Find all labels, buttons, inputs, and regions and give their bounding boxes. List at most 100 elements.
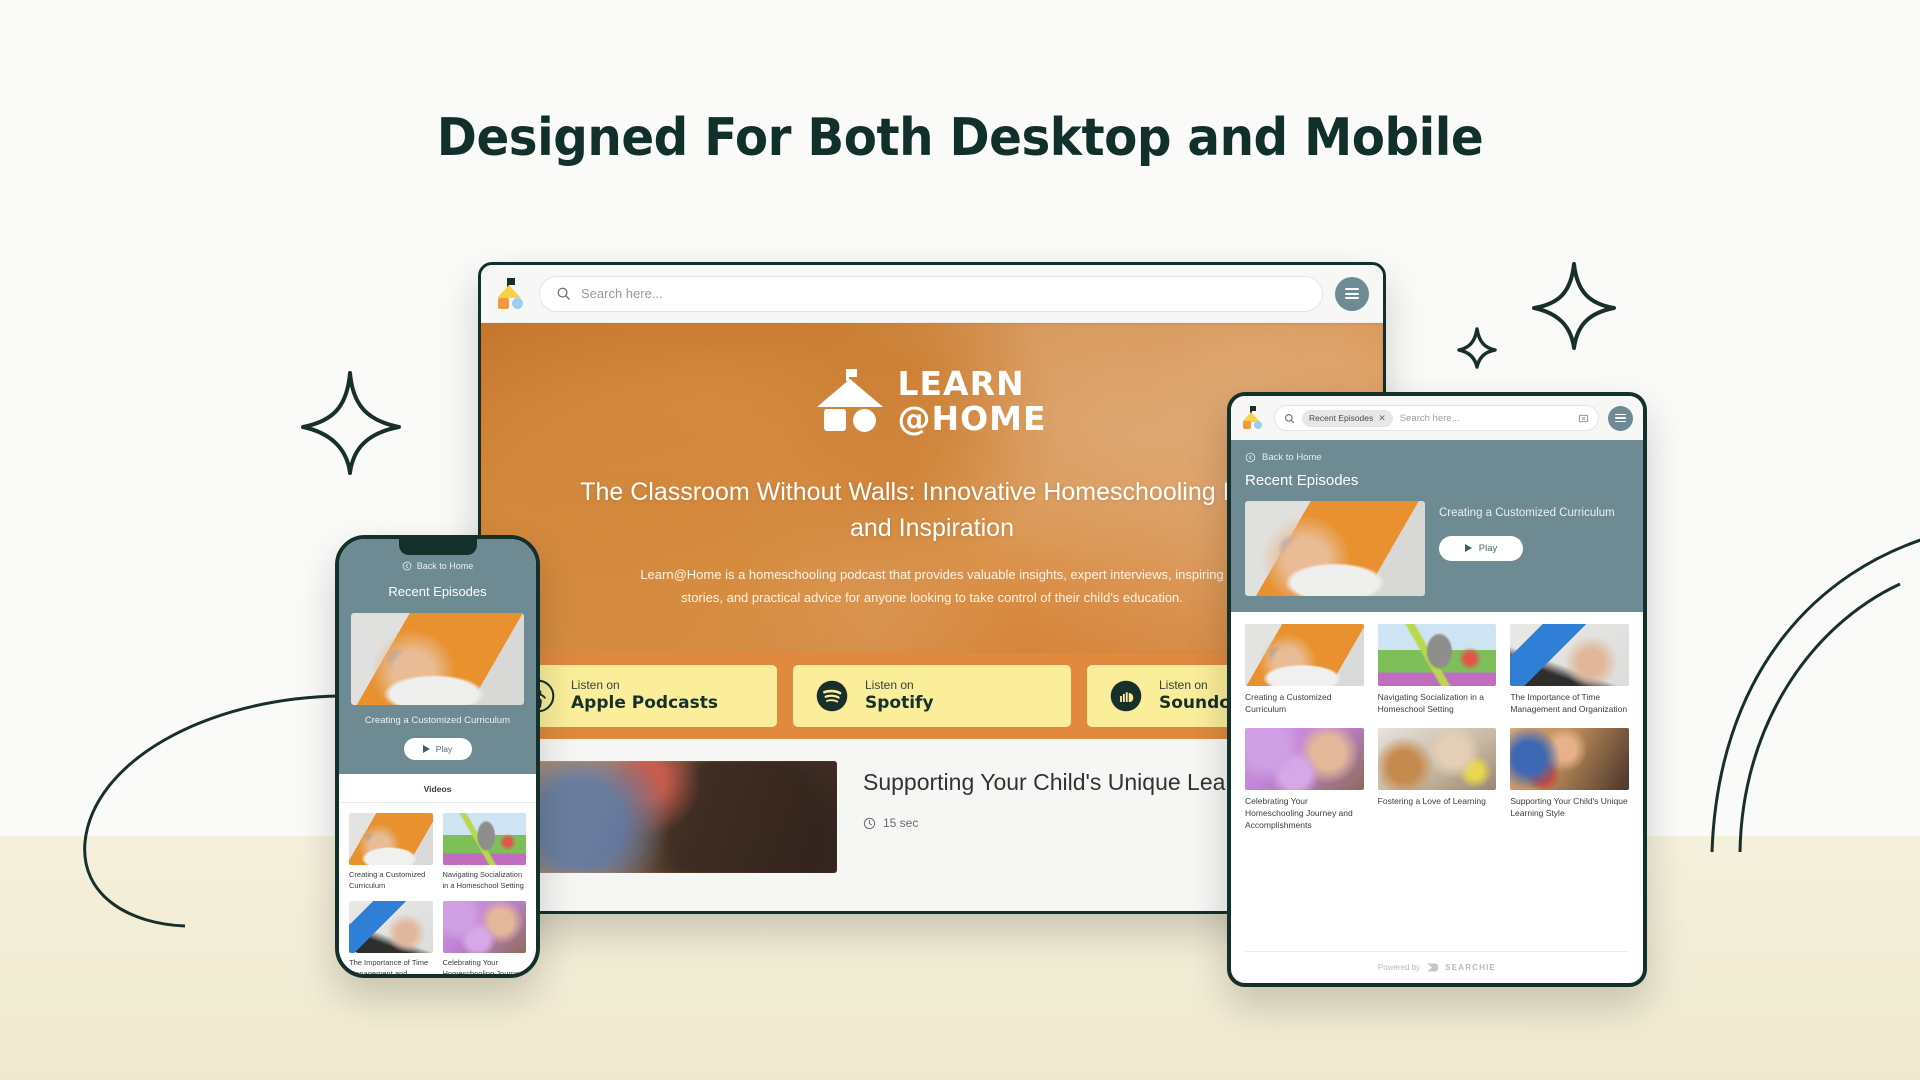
tablet-featured-thumbnail bbox=[1245, 501, 1425, 596]
video-title: Celebrating Your Homeschooling Journey a… bbox=[442, 958, 523, 978]
hero-description: Learn@Home is a homeschooling podcast th… bbox=[640, 567, 1224, 606]
video-thumbnail bbox=[442, 813, 526, 865]
tablet-mockup: Recent Episodes ✕ Search here... Back to… bbox=[1227, 392, 1647, 987]
tablet-search-placeholder: Search here... bbox=[1399, 412, 1460, 424]
video-thumbnail bbox=[349, 901, 433, 953]
tablet-footer: Powered by SEARCHIE bbox=[1245, 951, 1629, 973]
brand-name-line2: @HOME bbox=[897, 399, 1047, 438]
tablet-topbar: Recent Episodes ✕ Search here... bbox=[1231, 396, 1643, 440]
tablet-hamburger-menu-button[interactable] bbox=[1608, 405, 1633, 431]
phone-video-grid: Creating a Customized Curriculum Navigat… bbox=[339, 803, 536, 978]
video-card[interactable]: Navigating Socialization in a Homeschool… bbox=[442, 813, 526, 891]
video-title: Supporting Your Child's Unique Learning … bbox=[1510, 795, 1628, 818]
tablet-featured-card[interactable]: Creating a Customized Curriculum Play bbox=[1245, 501, 1629, 596]
video-title: Navigating Socialization in a Homeschool… bbox=[1377, 692, 1484, 714]
search-icon-tablet bbox=[1285, 413, 1295, 423]
hamburger-icon bbox=[1345, 288, 1359, 299]
listen-on-spotify-button[interactable]: Listen on Spotify bbox=[793, 665, 1071, 727]
page-canvas: Designed For Both Desktop and Mobile Sea… bbox=[0, 0, 1920, 1080]
tablet-play-label: Play bbox=[1478, 542, 1498, 554]
tablet-featured-title: Creating a Customized Curriculum bbox=[1439, 507, 1615, 519]
phone-play-button[interactable]: Play bbox=[403, 738, 472, 760]
desktop-search-placeholder: Search here... bbox=[581, 286, 663, 301]
tablet-hero: Back to Home Recent Episodes Creating a … bbox=[1231, 440, 1643, 612]
video-card[interactable]: The Importance of Time Management and Or… bbox=[1510, 624, 1629, 716]
video-title: Celebrating Your Homeschooling Journey a… bbox=[1245, 795, 1353, 830]
tablet-video-grid: Creating a Customized Curriculum Navigat… bbox=[1231, 612, 1643, 832]
video-thumbnail bbox=[1245, 624, 1364, 686]
spotify-platform: Spotify bbox=[865, 693, 934, 714]
tablet-back-label: Back to Home bbox=[1262, 452, 1322, 463]
search-icon bbox=[557, 287, 570, 300]
video-title: Fostering a Love of Learning bbox=[1377, 795, 1486, 806]
video-title: The Importance of Time Management and Or… bbox=[349, 958, 429, 978]
searchie-logo-icon bbox=[1427, 963, 1439, 972]
sparkle-icon-top-right bbox=[1528, 258, 1620, 354]
featured-episode-thumbnail bbox=[507, 761, 837, 873]
search-filter-chip-label: Recent Episodes bbox=[1309, 413, 1374, 423]
desktop-search-input[interactable]: Search here... bbox=[539, 275, 1323, 312]
phone-back-to-home-link[interactable]: Back to Home bbox=[351, 561, 524, 571]
search-filter-chip[interactable]: Recent Episodes ✕ bbox=[1302, 409, 1393, 427]
powered-by-label: Powered by bbox=[1377, 963, 1421, 972]
tablet-back-to-home-link[interactable]: Back to Home bbox=[1245, 452, 1629, 463]
desktop-topbar: Search here... bbox=[481, 265, 1383, 323]
tablet-page-heading: Recent Episodes bbox=[1245, 472, 1359, 489]
brand-name-line1: LEARN bbox=[897, 364, 1025, 403]
video-card[interactable]: Creating a Customized Curriculum bbox=[1245, 624, 1364, 716]
hero-headline: The Classroom Without Walls: Innovative … bbox=[580, 478, 1284, 542]
back-arrow-circle-icon-phone bbox=[402, 561, 412, 571]
clock-icon bbox=[863, 817, 876, 829]
sparkle-icon-left bbox=[295, 365, 405, 480]
phone-hero: Back to Home Recent Episodes Creating a … bbox=[339, 539, 536, 774]
spotify-icon bbox=[816, 680, 848, 712]
video-card[interactable]: Supporting Your Child's Unique Learning … bbox=[1510, 727, 1629, 832]
video-title: The Importance of Time Management and Or… bbox=[1510, 692, 1628, 714]
video-thumbnail bbox=[1510, 624, 1629, 686]
phone-page-heading: Recent Episodes bbox=[388, 584, 487, 599]
curve-line-right-outer bbox=[1690, 530, 1920, 860]
phone-back-label: Back to Home bbox=[416, 561, 474, 571]
video-title: Creating a Customized Curriculum bbox=[1245, 692, 1332, 714]
play-icon-phone bbox=[422, 745, 430, 753]
hamburger-icon-tablet bbox=[1615, 413, 1626, 423]
house-logo-icon bbox=[817, 369, 884, 433]
play-icon bbox=[1464, 544, 1472, 553]
video-title: Navigating Socialization in a Homeschool… bbox=[442, 870, 524, 890]
clear-search-icon[interactable] bbox=[1578, 413, 1589, 424]
phone-featured-title: Creating a Customized Curriculum bbox=[364, 715, 511, 726]
phone-mockup: Back to Home Recent Episodes Creating a … bbox=[335, 535, 540, 978]
video-card[interactable]: Celebrating Your Homeschooling Journey a… bbox=[1245, 727, 1364, 832]
video-card[interactable]: The Importance of Time Management and Or… bbox=[349, 901, 433, 978]
curve-line-right-inner bbox=[1700, 580, 1910, 860]
video-card[interactable]: Fostering a Love of Learning bbox=[1377, 727, 1497, 832]
video-thumbnail bbox=[1377, 727, 1497, 790]
sparkle-icon-small bbox=[1455, 325, 1499, 371]
video-thumbnail bbox=[1245, 727, 1364, 790]
desktop-hamburger-menu-button[interactable] bbox=[1335, 276, 1369, 311]
tablet-play-button[interactable]: Play bbox=[1439, 535, 1523, 561]
page-title: Designed For Both Desktop and Mobile bbox=[436, 108, 1484, 168]
video-card[interactable]: Navigating Socialization in a Homeschool… bbox=[1377, 624, 1497, 716]
video-thumbnail bbox=[1510, 727, 1629, 790]
video-thumbnail bbox=[349, 813, 433, 865]
soundcloud-icon bbox=[1110, 680, 1142, 712]
phone-notch bbox=[398, 539, 477, 555]
featured-episode-duration: 15 sec bbox=[883, 816, 919, 831]
apple-prefix: Listen on bbox=[571, 677, 620, 692]
spotify-prefix: Listen on bbox=[865, 677, 914, 692]
listen-on-apple-podcasts-button[interactable]: Listen on Apple Podcasts bbox=[499, 665, 777, 727]
video-thumbnail bbox=[442, 901, 526, 953]
learn-at-home-logo-icon[interactable] bbox=[495, 277, 527, 310]
tablet-search-input[interactable]: Recent Episodes ✕ Search here... bbox=[1274, 405, 1599, 431]
back-arrow-circle-icon bbox=[1245, 452, 1256, 463]
video-card[interactable]: Creating a Customized Curriculum bbox=[349, 813, 433, 891]
vendor-name: SEARCHIE bbox=[1445, 963, 1497, 972]
phone-videos-tab[interactable]: Videos bbox=[339, 774, 536, 803]
phone-featured-thumbnail[interactable] bbox=[351, 613, 524, 705]
video-card[interactable]: Celebrating Your Homeschooling Journey a… bbox=[442, 901, 526, 978]
learn-at-home-logo-icon-tablet[interactable] bbox=[1241, 406, 1265, 430]
chip-close-icon[interactable]: ✕ bbox=[1378, 413, 1386, 424]
apple-platform: Apple Podcasts bbox=[571, 693, 718, 714]
video-thumbnail bbox=[1377, 624, 1497, 686]
